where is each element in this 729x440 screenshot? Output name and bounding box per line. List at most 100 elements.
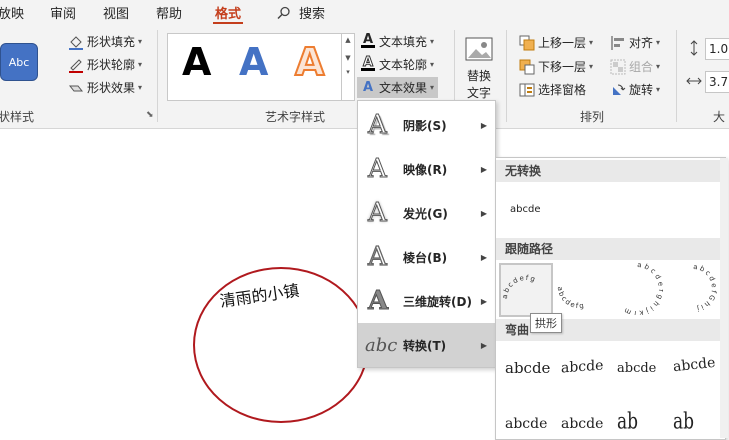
search-icon [277,6,290,20]
follow-path-circle-option[interactable]: abcdefghijklm [611,261,663,317]
send-backward-icon [519,59,535,75]
selection-pane-button[interactable]: 选择窗格 [519,81,586,98]
shape-fill-button[interactable]: 形状填充 ▾ [68,33,142,50]
shape-effects-button[interactable]: 形状效果 ▾ [68,79,142,96]
text-outline-button[interactable]: A 文本轮廓 ▾ [360,56,434,73]
shadow-icon: A [368,110,388,141]
wordart-sample-orange-outline[interactable]: A [294,39,325,85]
alt-text-label-line1: 替换 [466,69,491,83]
text-effects-button[interactable]: A 文本效果 ▾ [357,77,439,98]
align-button[interactable]: 对齐 ▾ [610,34,660,51]
dialog-launcher-icon[interactable]: ⬊ [146,110,154,120]
svg-text:abcdefGhij: abcdefGhij [693,263,718,313]
warp-chevron-option[interactable]: abcde [672,355,716,375]
chevron-down-icon: ▾ [656,62,661,71]
alt-text-button[interactable]: 替换 文字 [462,36,496,101]
warp-triangle-down-option[interactable]: abcde [617,361,656,376]
search-label: 搜索 [299,7,326,22]
text-effects-label: 文本效果 [379,81,428,95]
shape-fill-label: 形状填充 [87,35,136,49]
text-fill-button[interactable]: A 文本填充 ▾ [360,33,434,50]
bring-forward-icon [519,35,535,51]
chevron-down-icon: ▾ [656,38,661,47]
selection-pane-icon [519,82,535,98]
warp-row2-option-2[interactable]: abcde [561,416,603,432]
tab-view[interactable]: 视图 [103,3,129,22]
chevron-down-icon[interactable]: ▼ [342,54,354,62]
text-effects-icon: A [362,80,374,95]
svg-text:abcdefg: abcdefg [556,286,586,310]
tab-help[interactable]: 帮助 [156,3,182,22]
section-header-follow-path: 跟随路径 [496,238,725,260]
bevel-icon: A [367,241,387,272]
chevron-down-icon: ▾ [138,37,143,46]
chevron-right-icon: ▶ [480,340,487,350]
shape-outline-button[interactable]: 形状轮廓 ▾ [68,56,142,73]
chevron-down-icon: ▾ [430,83,435,92]
circle-text-path: abcdefghijklm [621,261,663,317]
chevron-down-icon: ▾ [656,85,661,94]
circle-text-icon: abcdefghijklm [621,261,663,317]
rotate-label: 旋转 [629,83,654,97]
chevron-down-icon: ▾ [589,62,594,71]
menu-item-transform[interactable]: abc 转换(T) ▶ [358,323,495,367]
wordart-gallery[interactable]: A A A [167,33,354,101]
menu-item-label: 阴影(S) [403,118,447,133]
wordart-sample-black[interactable]: A [182,40,211,84]
menu-item-shadow[interactable]: A 阴影(S) ▶ [358,103,495,147]
alt-text-icon [465,37,493,61]
transform-icon: abc [365,334,398,356]
pen-icon [68,57,84,73]
no-transform-option[interactable]: abcde [510,204,540,215]
alt-text-label-line2: 文字 [466,86,491,100]
menu-item-glow[interactable]: A 发光(G) ▶ [358,191,495,235]
size-group-label: 大 [713,110,726,124]
send-backward-label: 下移一层 [538,60,587,74]
svg-text:abcdefghijklm: abcdefghijklm [621,263,663,315]
warp-triangle-up-option[interactable]: abcde [561,358,603,377]
chevron-up-icon[interactable]: ▲ [342,36,354,44]
bring-forward-label: 上移一层 [538,36,587,50]
arch-down-text-icon: abcdefg [556,286,586,310]
section-header-no-transform: 无转换 [496,160,725,182]
shape-height-input[interactable]: 1.03 [705,38,729,60]
text-effects-menu: A 阴影(S) ▶ A 映像(R) ▶ A 发光(G) ▶ A 棱台(B) ▶ … [357,100,496,368]
search-box[interactable]: 搜索 [277,3,325,22]
height-icon [687,40,701,59]
menu-item-label: 发光(G) [403,206,448,221]
wordart-sample-blue[interactable]: A [239,40,268,84]
follow-path-button-option[interactable]: abcdefGhij [668,263,718,313]
gallery-scroll[interactable]: ▲ ▼ ▾ [341,33,355,101]
warp-plain-option[interactable]: abcde [505,359,550,377]
shape-effects-icon [68,80,84,96]
bring-forward-button[interactable]: 上移一层 ▾ [519,34,593,51]
tab-slideshow[interactable]: 放映 [0,3,24,22]
send-backward-button[interactable]: 下移一层 ▾ [519,58,593,75]
group-divider [506,30,507,122]
menu-item-reflection[interactable]: A 映像(R) ▶ [358,147,495,191]
tab-review[interactable]: 审阅 [50,3,76,22]
shape-width-input[interactable]: 3.72 [705,71,729,93]
chevron-right-icon: ▶ [480,252,487,262]
shape-style-preset[interactable]: Abc [0,43,38,81]
chevron-down-icon: ▾ [138,60,143,69]
follow-path-arch-option[interactable]: abcdefg [499,263,553,317]
chevron-down-icon: ▾ [430,37,435,46]
menu-item-3d-rotation[interactable]: A 三维旋转(D) ▶ [358,279,495,323]
menu-item-bevel[interactable]: A 棱台(B) ▶ [358,235,495,279]
follow-path-arch-down-option[interactable]: abcdefg [554,263,604,313]
group-divider [157,30,158,122]
group-icon [610,59,626,75]
arch-text-icon: abcdefg [501,274,536,300]
warp-row2-option-1[interactable]: abcde [505,416,547,432]
warp-row2-option-3[interactable]: ab [617,409,638,435]
submenu-scrollbar[interactable] [720,158,728,438]
gallery-more-icon[interactable]: ▾ [342,68,354,76]
tab-format[interactable]: 格式 [212,3,244,25]
rotate-button[interactable]: 旋转 ▾ [610,81,660,98]
chevron-right-icon: ▶ [480,120,487,130]
selection-pane-label: 选择窗格 [538,83,587,97]
chevron-right-icon: ▶ [480,208,487,218]
group-objects-button[interactable]: 组合 ▾ [610,58,660,75]
warp-row2-option-4[interactable]: ab [673,409,694,435]
